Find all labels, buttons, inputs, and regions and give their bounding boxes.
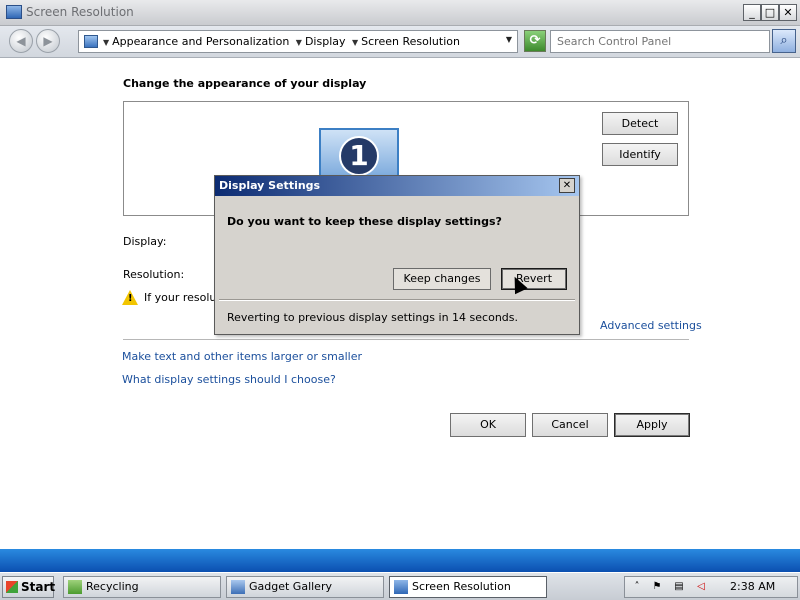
help-link[interactable]: What display settings should I choose? bbox=[122, 373, 336, 386]
back-button[interactable]: ◀ bbox=[9, 29, 33, 53]
dialog-question: Do you want to keep these display settin… bbox=[227, 215, 502, 228]
dialog-close-button[interactable]: ✕ bbox=[559, 178, 575, 193]
display-label: Display: bbox=[123, 235, 167, 248]
page-title: Change the appearance of your display bbox=[123, 77, 367, 90]
start-button[interactable]: Start bbox=[2, 576, 56, 598]
control-panel-icon bbox=[84, 35, 98, 48]
window-title: Screen Resolution bbox=[26, 5, 134, 19]
chevron-down-icon[interactable]: ▼ bbox=[296, 38, 302, 47]
apply-button[interactable]: Apply bbox=[614, 413, 690, 437]
cancel-button[interactable]: Cancel bbox=[532, 413, 608, 437]
text-size-link[interactable]: Make text and other items larger or smal… bbox=[122, 350, 362, 363]
chevron-down-icon[interactable]: ▼ bbox=[103, 38, 109, 47]
display-settings-dialog: Display Settings ✕ Do you want to keep t… bbox=[214, 175, 580, 335]
system-tray: ˄ ⚑ ▤ ◁ 2:38 AM bbox=[624, 576, 798, 598]
refresh-button[interactable]: ⟳ bbox=[524, 30, 546, 52]
clock[interactable]: 2:38 AM bbox=[730, 580, 775, 593]
title-bar: Screen Resolution _ □ ✕ bbox=[0, 0, 800, 26]
close-button[interactable]: ✕ bbox=[779, 4, 797, 21]
divider bbox=[123, 339, 689, 340]
warning-icon bbox=[122, 290, 138, 305]
breadcrumb[interactable]: ▼ Appearance and Personalization ▼ Display… bbox=[78, 30, 518, 53]
gadget-icon bbox=[231, 580, 245, 594]
detect-button[interactable]: Detect bbox=[602, 112, 678, 135]
display-icon bbox=[394, 580, 408, 594]
taskbar: Start Recycling Gadget Gallery Screen Re… bbox=[0, 572, 800, 600]
task-label: Gadget Gallery bbox=[249, 580, 332, 593]
address-bar: ◀ ▶ ▼ Appearance and Personalization ▼ Dis… bbox=[0, 26, 800, 58]
dialog-title: Display Settings bbox=[219, 179, 321, 192]
forward-button[interactable]: ▶ bbox=[36, 29, 60, 53]
search-input[interactable] bbox=[551, 31, 769, 52]
resolution-label: Resolution: bbox=[123, 268, 185, 281]
taskbar-item-recycling[interactable]: Recycling bbox=[63, 576, 221, 598]
maximize-button[interactable]: □ bbox=[761, 4, 779, 21]
keep-changes-button[interactable]: Keep changes bbox=[393, 268, 491, 290]
monitor-number: 1 bbox=[339, 136, 379, 176]
dialog-title-bar: Display Settings ✕ bbox=[215, 176, 579, 196]
task-label: Screen Resolution bbox=[412, 580, 511, 593]
windows-logo-icon bbox=[6, 581, 18, 593]
breadcrumb-appearance[interactable]: Appearance and Personalization bbox=[112, 35, 289, 48]
ok-button[interactable]: OK bbox=[450, 413, 526, 437]
network-icon[interactable]: ▤ bbox=[673, 581, 685, 593]
chevron-up-icon[interactable]: ˄ bbox=[631, 581, 643, 593]
identify-button[interactable]: Identify bbox=[602, 143, 678, 166]
taskbar-item-gadget-gallery[interactable]: Gadget Gallery bbox=[226, 576, 384, 598]
minimize-button[interactable]: _ bbox=[743, 4, 761, 21]
search-icon[interactable]: ⌕ bbox=[772, 29, 796, 53]
chevron-down-icon[interactable]: ▼ bbox=[352, 38, 358, 47]
breadcrumb-display[interactable]: Display bbox=[305, 35, 346, 48]
volume-muted-icon[interactable]: ◁ bbox=[695, 581, 707, 593]
taskbar-item-screen-resolution[interactable]: Screen Resolution bbox=[389, 576, 547, 598]
search-box[interactable] bbox=[550, 30, 770, 53]
warning-text: If your resolut bbox=[144, 291, 216, 304]
dialog-divider bbox=[219, 299, 575, 301]
desktop-background bbox=[0, 549, 800, 572]
flag-icon[interactable]: ⚑ bbox=[651, 581, 663, 593]
recycle-icon bbox=[68, 580, 82, 594]
start-label: Start bbox=[21, 580, 56, 594]
advanced-settings-link[interactable]: Advanced settings bbox=[600, 319, 702, 332]
breadcrumb-screen-resolution[interactable]: Screen Resolution bbox=[361, 35, 460, 48]
address-dropdown-icon[interactable]: ▼ bbox=[506, 35, 512, 44]
dialog-status: Reverting to previous display settings i… bbox=[227, 311, 518, 324]
display-icon bbox=[6, 5, 22, 19]
task-label: Recycling bbox=[86, 580, 139, 593]
